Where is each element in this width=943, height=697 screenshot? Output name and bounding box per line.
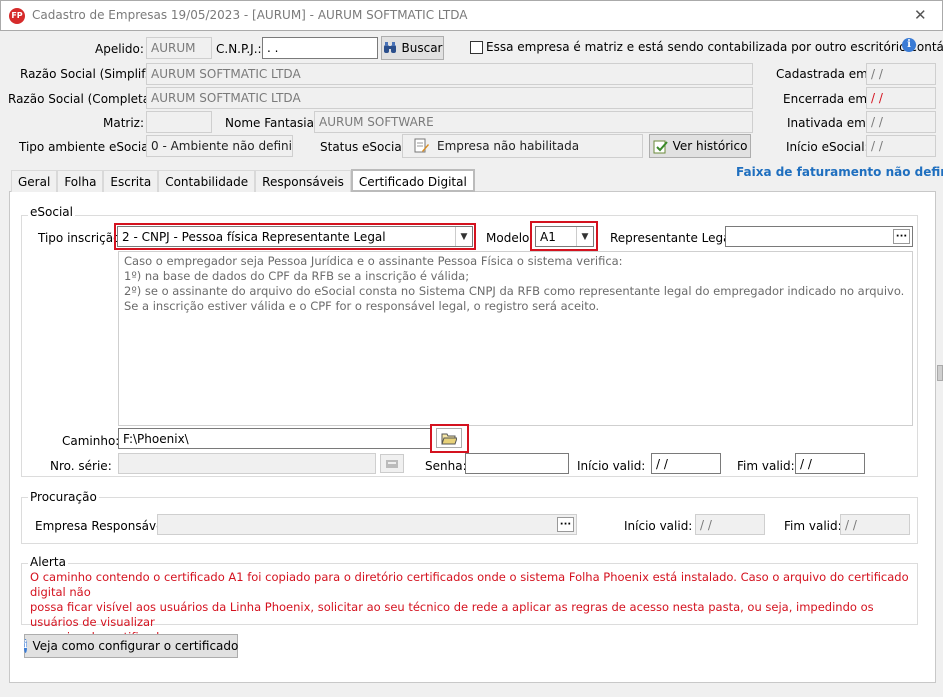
tab-geral[interactable]: Geral <box>11 170 58 192</box>
razao-completa-field[interactable]: AURUM SOFTMATIC LTDA <box>146 87 753 109</box>
representante-lookup-button[interactable]: ··· <box>893 229 910 244</box>
matriz-checkbox[interactable] <box>470 41 483 54</box>
memo-line: Se a inscrição estiver válida e o CPF fo… <box>124 299 600 313</box>
modelo-value: A1 <box>540 229 556 244</box>
tipo-inscricao-select[interactable]: 2 - CNPJ - Pessoa física Representante L… <box>117 226 473 247</box>
config-certificado-button[interactable]: i Veja como configurar o certificado <box>23 634 239 658</box>
razao-simplif-label: Razão Social (Simplif.): <box>20 67 158 81</box>
buscar-label: Buscar <box>401 41 443 55</box>
encerrada-label: Encerrada em: <box>783 92 872 106</box>
memo-line: 1º) na base de dados do CPF da RFB se a … <box>124 269 470 283</box>
proc-fim-valid-field[interactable]: / / <box>840 514 910 535</box>
modelo-label: Modelo: <box>486 231 534 245</box>
nro-serie-field[interactable] <box>118 453 376 474</box>
inicio-valid-input[interactable]: / / <box>651 453 721 474</box>
nome-fantasia-label: Nome Fantasia: <box>225 116 319 130</box>
tipo-ambiente-field[interactable]: 0 - Ambiente não definido <box>146 135 293 157</box>
memo-line: Caso o empregador seja Pessoa Jurídica e… <box>124 254 623 268</box>
buscar-button[interactable]: Buscar <box>381 36 444 60</box>
inativada-label: Inativada em: <box>787 116 870 130</box>
alerta-line: possa ficar visível aos usuários da Linh… <box>30 600 874 629</box>
history-icon <box>653 140 668 153</box>
document-pen-icon <box>414 138 429 153</box>
tipo-inscricao-label: Tipo inscrição: <box>38 231 125 245</box>
info-memo: Caso o empregador seja Pessoa Jurídica e… <box>118 251 913 426</box>
cadastrada-field[interactable]: / / <box>866 63 936 85</box>
card-icon <box>386 459 398 468</box>
tab-contabilidade[interactable]: Contabilidade <box>158 170 256 192</box>
status-esocial-label: Status eSocial: <box>320 140 410 154</box>
tab-strip: Geral Folha Escrita Contabilidade Respon… <box>11 169 475 192</box>
tab-responsaveis[interactable]: Responsáveis <box>255 170 351 192</box>
encerrada-field[interactable]: / / <box>866 87 936 109</box>
status-esocial-value: Empresa não habilitada <box>437 139 580 153</box>
app-logo-icon: FP <box>9 8 25 24</box>
tab-escrita[interactable]: Escrita <box>103 170 159 192</box>
esocial-group-label: eSocial <box>28 205 75 219</box>
representante-label: Representante Legal: <box>610 231 738 245</box>
open-folder-button[interactable] <box>436 428 462 448</box>
cnpj-input[interactable]: . . <box>262 37 378 59</box>
apelido-label: Apelido: <box>95 42 144 56</box>
tab-certificado-digital[interactable]: Certificado Digital <box>350 169 475 192</box>
caminho-input[interactable]: F:\Phoenix\ <box>118 428 432 449</box>
razao-completa-label: Razão Social (Completa): <box>8 92 159 106</box>
proc-fim-valid-label: Fim valid: <box>784 519 842 533</box>
scrollbar-stub[interactable] <box>937 365 943 381</box>
empresa-responsavel-field[interactable] <box>157 514 577 535</box>
apelido-field[interactable]: AURUM <box>146 37 212 59</box>
proc-inicio-valid-field[interactable]: / / <box>695 514 765 535</box>
close-icon[interactable]: ✕ <box>914 6 927 24</box>
fim-valid-label: Fim valid: <box>737 459 795 473</box>
matriz-check-label: Essa empresa é matriz e está sendo conta… <box>486 40 943 54</box>
window-title: Cadastro de Empresas 19/05/2023 - [AURUM… <box>32 8 468 22</box>
cnpj-label: C.N.P.J.: <box>216 42 262 56</box>
inicio-esocial-field[interactable]: / / <box>866 135 936 157</box>
cadastrada-label: Cadastrada em: <box>776 67 872 81</box>
matriz-label: Matriz: <box>103 116 145 130</box>
chevron-down-icon: ▼ <box>576 227 593 246</box>
inativada-field[interactable]: / / <box>866 111 936 133</box>
matriz-field[interactable] <box>146 111 212 133</box>
razao-simplif-field[interactable]: AURUM SOFTMATIC LTDA <box>146 63 753 85</box>
senha-label: Senha: <box>425 459 467 473</box>
info-icon[interactable]: i <box>902 38 916 52</box>
empresa-responsavel-lookup-button[interactable]: ··· <box>557 517 574 532</box>
caminho-label: Caminho: <box>62 434 120 448</box>
representante-field[interactable] <box>725 226 913 247</box>
proc-inicio-valid-label: Início valid: <box>624 519 693 533</box>
modelo-select[interactable]: A1 ▼ <box>535 226 594 247</box>
procuracao-group-label: Procuração <box>28 490 99 504</box>
nro-serie-button[interactable] <box>380 454 404 473</box>
ver-historico-label: Ver histórico <box>672 139 748 153</box>
memo-line: 2º) se o assinante do arquivo do eSocial… <box>124 284 905 298</box>
binoculars-icon <box>383 42 396 53</box>
status-esocial-field: Empresa não habilitada <box>402 134 643 158</box>
empresa-responsavel-label: Empresa Responsável: <box>35 519 171 533</box>
inicio-valid-label: Início valid: <box>577 459 646 473</box>
chevron-down-icon: ▼ <box>455 227 472 246</box>
alerta-line: O caminho contendo o certificado A1 foi … <box>30 570 909 599</box>
ver-historico-button[interactable]: Ver histórico <box>649 134 751 158</box>
nro-serie-label: Nro. série: <box>50 459 112 473</box>
faixa-faturamento-link[interactable]: Faixa de faturamento não definida <box>736 165 943 179</box>
alerta-group-label: Alerta <box>28 555 68 569</box>
open-folder-icon <box>441 433 457 444</box>
tab-folha[interactable]: Folha <box>57 170 104 192</box>
nome-fantasia-field[interactable]: AURUM SOFTWARE <box>314 111 753 133</box>
tipo-inscricao-value: 2 - CNPJ - Pessoa física Representante L… <box>122 229 386 244</box>
config-certificado-label: Veja como configurar o certificado <box>32 639 239 653</box>
senha-input[interactable] <box>465 453 569 474</box>
info-icon: i <box>23 639 28 653</box>
tipo-ambiente-label: Tipo ambiente eSocial: <box>19 140 156 154</box>
inicio-esocial-label: Início eSocial: <box>786 140 869 154</box>
fim-valid-input[interactable]: / / <box>795 453 865 474</box>
